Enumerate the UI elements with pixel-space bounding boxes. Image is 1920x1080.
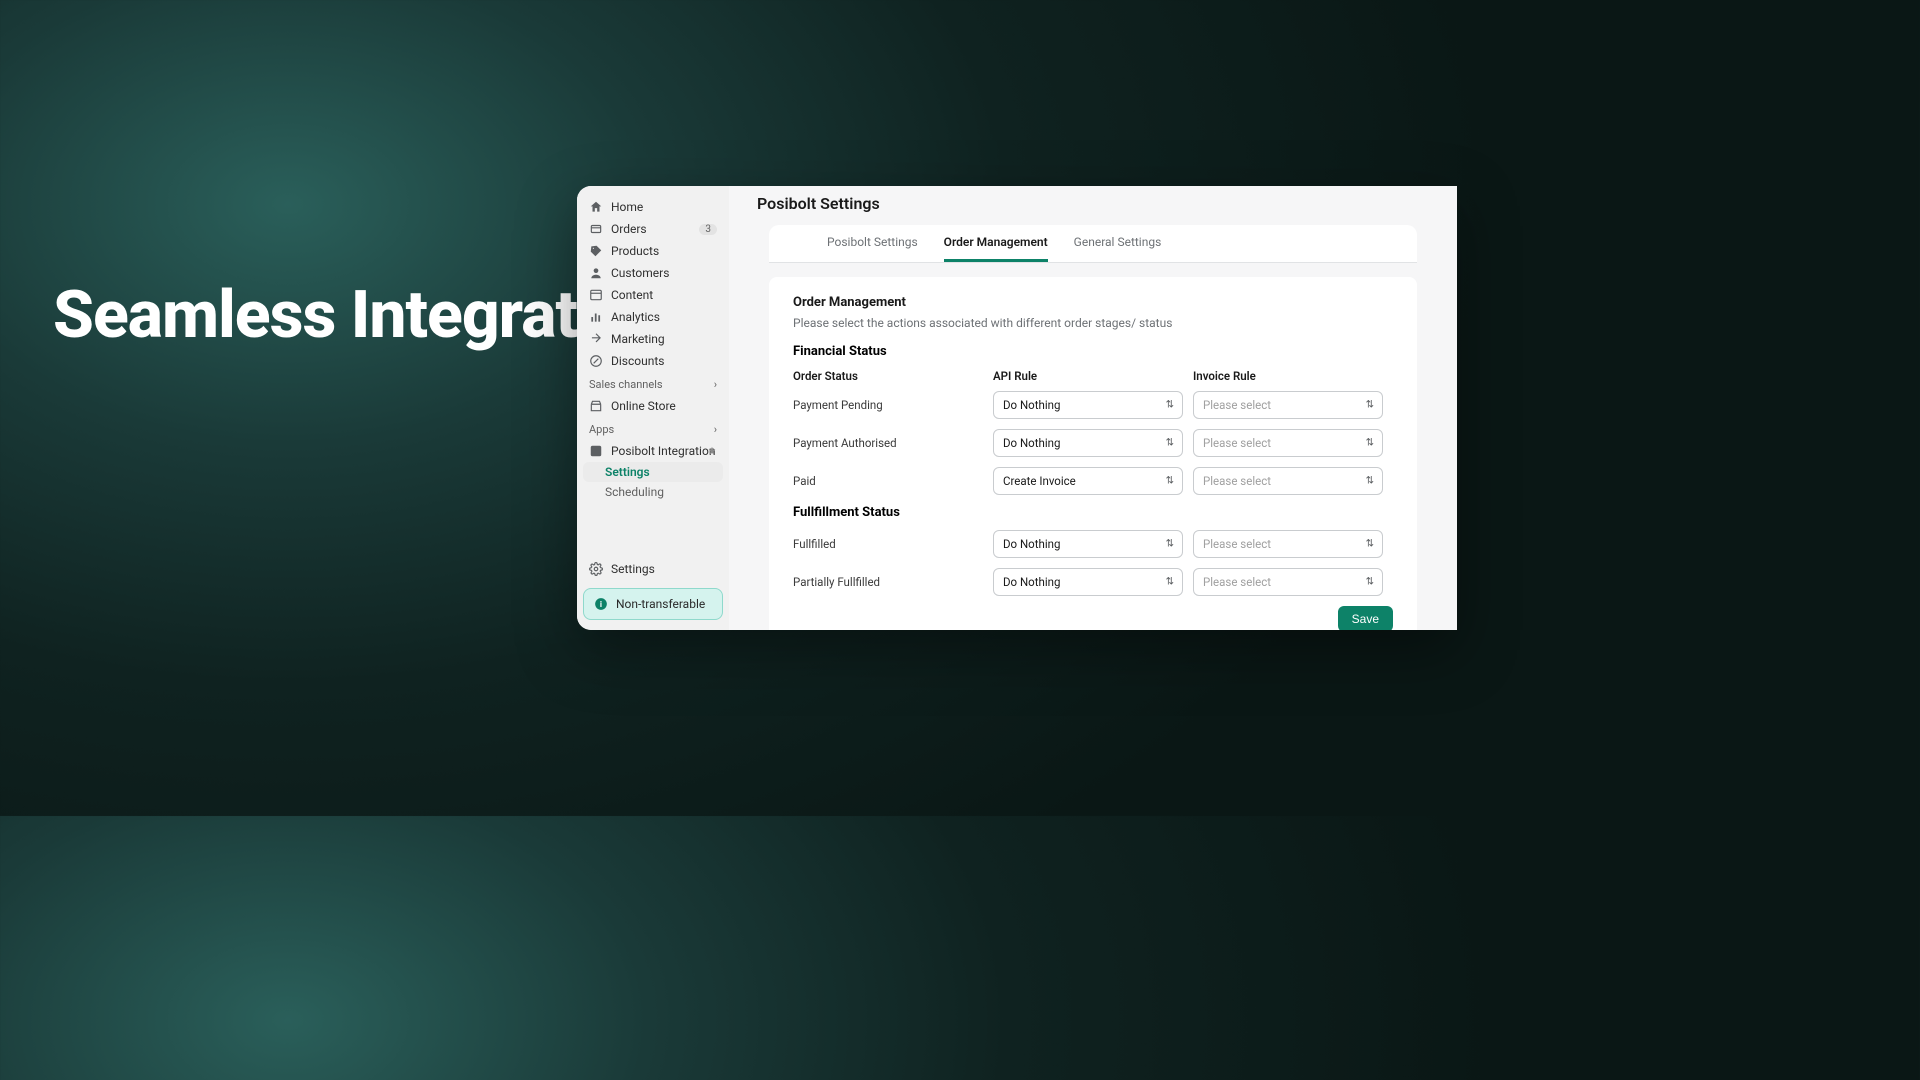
caret-icon: ⇅ xyxy=(1166,577,1174,588)
non-transferable-banner: i Non-transferable xyxy=(583,588,723,620)
sidebar-item-label: Analytics xyxy=(611,310,660,324)
sidebar-item-label: Products xyxy=(611,244,659,258)
page-title: Posibolt Settings xyxy=(729,186,1457,225)
svg-text:i: i xyxy=(600,599,602,609)
api-rule-select[interactable]: Do Nothing⇅ xyxy=(993,429,1183,457)
store-icon xyxy=(589,399,603,413)
info-icon: i xyxy=(594,597,608,611)
save-row: Save xyxy=(793,606,1393,630)
pin-icon[interactable] xyxy=(707,446,717,456)
sidebar-item-label: Online Store xyxy=(611,399,676,413)
invoice-rule-select[interactable]: Please select⇅ xyxy=(1193,568,1383,596)
analytics-icon xyxy=(589,310,603,324)
discounts-icon xyxy=(589,354,603,368)
invoice-rule-select[interactable]: Please select⇅ xyxy=(1193,391,1383,419)
caret-icon: ⇅ xyxy=(1166,476,1174,487)
tab-posibolt-settings[interactable]: Posibolt Settings xyxy=(827,225,918,262)
sidebar-item-online-store[interactable]: Online Store xyxy=(577,395,729,417)
chevron-right-icon: › xyxy=(714,423,717,436)
save-button[interactable]: Save xyxy=(1338,606,1393,630)
row-payment-pending: Payment Pending Do Nothing⇅ Please selec… xyxy=(793,391,1393,419)
caret-icon: ⇅ xyxy=(1366,539,1374,550)
nav-list: Home Orders 3 Products Customers Content xyxy=(577,196,729,556)
products-icon xyxy=(589,244,603,258)
api-rule-select[interactable]: Do Nothing⇅ xyxy=(993,391,1183,419)
sidebar-item-home[interactable]: Home xyxy=(577,196,729,218)
content-area: Posibolt Settings Posibolt Settings Orde… xyxy=(729,186,1457,630)
api-rule-select[interactable]: Do Nothing⇅ xyxy=(993,568,1183,596)
sidebar-item-analytics[interactable]: Analytics xyxy=(577,306,729,328)
row-fulfilled: Fullfilled Do Nothing⇅ Please select⇅ xyxy=(793,530,1393,558)
column-headers: Order Status API Rule Invoice Rule xyxy=(793,369,1393,383)
col-order-status: Order Status xyxy=(793,369,993,383)
invoice-rule-select[interactable]: Please select⇅ xyxy=(1193,429,1383,457)
col-api-rule: API Rule xyxy=(993,369,1193,383)
content-icon xyxy=(589,288,603,302)
caret-icon: ⇅ xyxy=(1366,476,1374,487)
sidebar-sub-scheduling[interactable]: Scheduling xyxy=(577,482,729,502)
sidebar-item-products[interactable]: Products xyxy=(577,240,729,262)
marketing-icon xyxy=(589,332,603,346)
col-invoice-rule: Invoice Rule xyxy=(1193,369,1393,383)
sidebar-item-posibolt[interactable]: Posibolt Integration xyxy=(577,440,729,462)
sidebar-item-label: Discounts xyxy=(611,354,664,368)
sidebar-item-label: Content xyxy=(611,288,653,302)
tab-order-management[interactable]: Order Management xyxy=(944,225,1048,262)
banner-text: Non-transferable xyxy=(616,597,705,611)
row-label: Paid xyxy=(793,474,993,488)
caret-icon: ⇅ xyxy=(1166,400,1174,411)
fulfillment-status-heading: Fullfillment Status xyxy=(793,505,1393,520)
caret-icon: ⇅ xyxy=(1166,539,1174,550)
section-title: Order Management xyxy=(793,295,1393,310)
app-window: Home Orders 3 Products Customers Content xyxy=(577,186,1457,630)
tabs: Posibolt Settings Order Management Gener… xyxy=(769,225,1417,263)
caret-icon: ⇅ xyxy=(1366,400,1374,411)
invoice-rule-select[interactable]: Please select⇅ xyxy=(1193,530,1383,558)
sidebar-item-content[interactable]: Content xyxy=(577,284,729,306)
caret-icon: ⇅ xyxy=(1166,438,1174,449)
sidebar-item-orders[interactable]: Orders 3 xyxy=(577,218,729,240)
app-icon xyxy=(589,444,603,458)
orders-badge: 3 xyxy=(699,224,717,235)
invoice-rule-select[interactable]: Please select⇅ xyxy=(1193,467,1383,495)
settings-card: Order Management Please select the actio… xyxy=(769,277,1417,630)
sidebar-sub-settings[interactable]: Settings xyxy=(583,462,723,482)
apps-header[interactable]: Apps › xyxy=(577,417,729,440)
section-description: Please select the actions associated wit… xyxy=(793,316,1393,330)
financial-status-heading: Financial Status xyxy=(793,344,1393,359)
sidebar-settings-link[interactable]: Settings xyxy=(577,556,729,582)
section-label: Sales channels xyxy=(589,378,663,391)
sidebar-item-label: Home xyxy=(611,200,643,214)
row-payment-authorised: Payment Authorised Do Nothing⇅ Please se… xyxy=(793,429,1393,457)
api-rule-select[interactable]: Create Invoice⇅ xyxy=(993,467,1183,495)
row-partially-fulfilled: Partially Fullfilled Do Nothing⇅ Please … xyxy=(793,568,1393,596)
home-icon xyxy=(589,200,603,214)
gear-icon xyxy=(589,562,603,576)
customers-icon xyxy=(589,266,603,280)
section-label: Apps xyxy=(589,423,614,436)
api-rule-select[interactable]: Do Nothing⇅ xyxy=(993,530,1183,558)
sidebar-item-label: Posibolt Integration xyxy=(611,444,715,458)
sidebar-item-label: Customers xyxy=(611,266,669,280)
row-label: Fullfilled xyxy=(793,537,993,551)
sidebar-item-marketing[interactable]: Marketing xyxy=(577,328,729,350)
row-label: Payment Pending xyxy=(793,398,993,412)
sidebar-item-label: Marketing xyxy=(611,332,665,346)
row-paid: Paid Create Invoice⇅ Please select⇅ xyxy=(793,467,1393,495)
sidebar-item-label: Orders xyxy=(611,222,647,236)
caret-icon: ⇅ xyxy=(1366,438,1374,449)
sales-channels-header[interactable]: Sales channels › xyxy=(577,372,729,395)
tab-general-settings[interactable]: General Settings xyxy=(1074,225,1162,262)
caret-icon: ⇅ xyxy=(1366,577,1374,588)
sidebar-item-customers[interactable]: Customers xyxy=(577,262,729,284)
sidebar: Home Orders 3 Products Customers Content xyxy=(577,186,729,630)
orders-icon xyxy=(589,222,603,236)
chevron-right-icon: › xyxy=(714,378,717,391)
settings-label: Settings xyxy=(611,562,655,576)
row-label: Partially Fullfilled xyxy=(793,575,993,589)
sidebar-item-discounts[interactable]: Discounts xyxy=(577,350,729,372)
row-label: Payment Authorised xyxy=(793,436,993,450)
